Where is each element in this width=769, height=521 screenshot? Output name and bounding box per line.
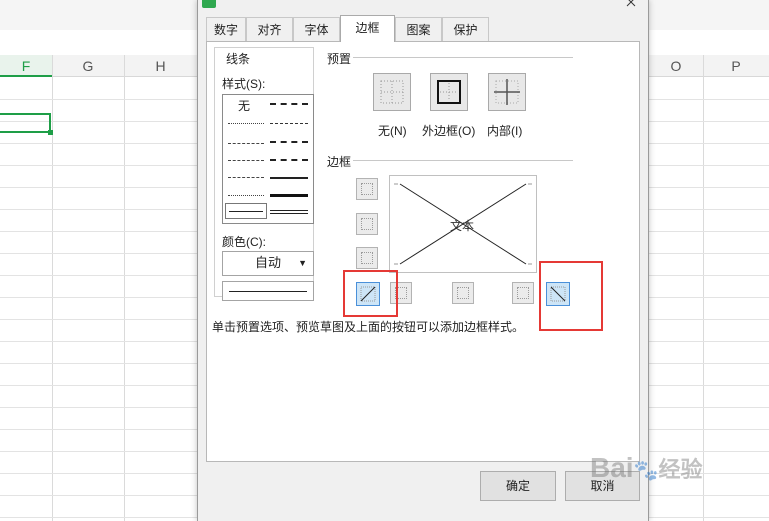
- preset-inside-button[interactable]: [488, 73, 526, 111]
- tab-number[interactable]: 数字: [206, 17, 246, 41]
- preset-outline-label: 外边框(O): [422, 124, 476, 138]
- ok-button[interactable]: 确定: [480, 471, 556, 501]
- preset-none-icon: [380, 80, 404, 104]
- line-style-option[interactable]: [228, 177, 264, 178]
- paw-icon: 🐾: [633, 460, 659, 482]
- fill-handle[interactable]: [48, 130, 53, 135]
- column-header-g[interactable]: G: [52, 55, 124, 77]
- tab-font[interactable]: 字体: [293, 17, 340, 41]
- preset-outline-icon: [437, 80, 461, 104]
- column-header-h[interactable]: H: [124, 55, 197, 77]
- chevron-down-icon: ▼: [298, 258, 307, 268]
- border-preview[interactable]: 文本: [389, 175, 537, 273]
- preset-outline-button[interactable]: [430, 73, 468, 111]
- line-style-option[interactable]: [270, 210, 308, 214]
- preset-none-button[interactable]: [373, 73, 411, 111]
- border-top-icon: [361, 183, 373, 195]
- tab-pattern[interactable]: 图案: [395, 17, 442, 41]
- line-style-list[interactable]: 无: [222, 94, 314, 224]
- line-style-option[interactable]: [228, 143, 264, 144]
- border-bottom-button[interactable]: [356, 247, 378, 269]
- border-right-button[interactable]: [512, 282, 534, 304]
- preset-none-label: 无(N): [378, 124, 407, 138]
- border-top-button[interactable]: [356, 178, 378, 200]
- line-style-none[interactable]: 无: [238, 97, 250, 114]
- highlight-box: [539, 261, 603, 331]
- column-header-o[interactable]: O: [649, 55, 703, 77]
- watermark-text: Bai: [590, 452, 634, 483]
- tab-border[interactable]: 边框: [340, 15, 395, 42]
- border-middle-icon: [361, 218, 373, 230]
- watermark: Bai🐾经验: [590, 452, 703, 484]
- line-style-option[interactable]: [270, 177, 308, 179]
- line-style-option[interactable]: [228, 123, 264, 124]
- preset-inside-label: 内部(I): [487, 124, 523, 138]
- line-style-option[interactable]: [270, 103, 308, 105]
- hint-text: 单击预置选项、预览草图及上面的按钮可以添加边框样式。: [212, 320, 525, 334]
- tab-protection[interactable]: 保护: [442, 17, 489, 41]
- line-style-option[interactable]: [270, 194, 308, 197]
- app-icon: [202, 0, 216, 8]
- color-value: 自动: [254, 255, 281, 270]
- border-bottom-icon: [361, 252, 373, 264]
- color-label: 颜色(C):: [222, 235, 266, 249]
- border-tab-panel: 线条 样式(S): 无 颜色(C): 自动 ▼ 预置 无(N) 外边框(O) 内…: [206, 41, 640, 462]
- preview-text: 文本: [450, 219, 475, 233]
- style-label: 样式(S):: [222, 77, 266, 91]
- border-right-icon: [517, 287, 529, 299]
- line-style-option[interactable]: [270, 141, 308, 143]
- line-style-option[interactable]: [228, 195, 264, 196]
- line-style-selected[interactable]: [225, 203, 267, 219]
- watermark-suffix: 经验: [658, 457, 703, 482]
- line-style-option[interactable]: [270, 159, 308, 161]
- line-style-option[interactable]: [228, 160, 264, 161]
- border-middle-horizontal-button[interactable]: [356, 213, 378, 235]
- line-preview: [222, 281, 314, 301]
- selected-cell[interactable]: [0, 113, 51, 133]
- dialog-title-bar[interactable]: [198, 0, 648, 12]
- border-middle-vertical-button[interactable]: [452, 282, 474, 304]
- close-icon[interactable]: [626, 0, 636, 7]
- border-group-title: 边框: [327, 155, 352, 169]
- column-header-f[interactable]: F: [0, 55, 52, 77]
- border-vertical-icon: [457, 287, 469, 299]
- highlight-box: [343, 270, 398, 317]
- preset-group-title: 预置: [327, 52, 352, 66]
- tab-alignment[interactable]: 对齐: [246, 17, 293, 41]
- border-divider: [353, 160, 573, 161]
- line-style-option[interactable]: [270, 123, 308, 124]
- column-header-p[interactable]: P: [703, 55, 769, 77]
- preset-inside-icon: [494, 79, 520, 105]
- preset-divider: [353, 57, 573, 58]
- color-dropdown[interactable]: 自动 ▼: [222, 251, 314, 276]
- line-group-title: 线条: [224, 50, 253, 67]
